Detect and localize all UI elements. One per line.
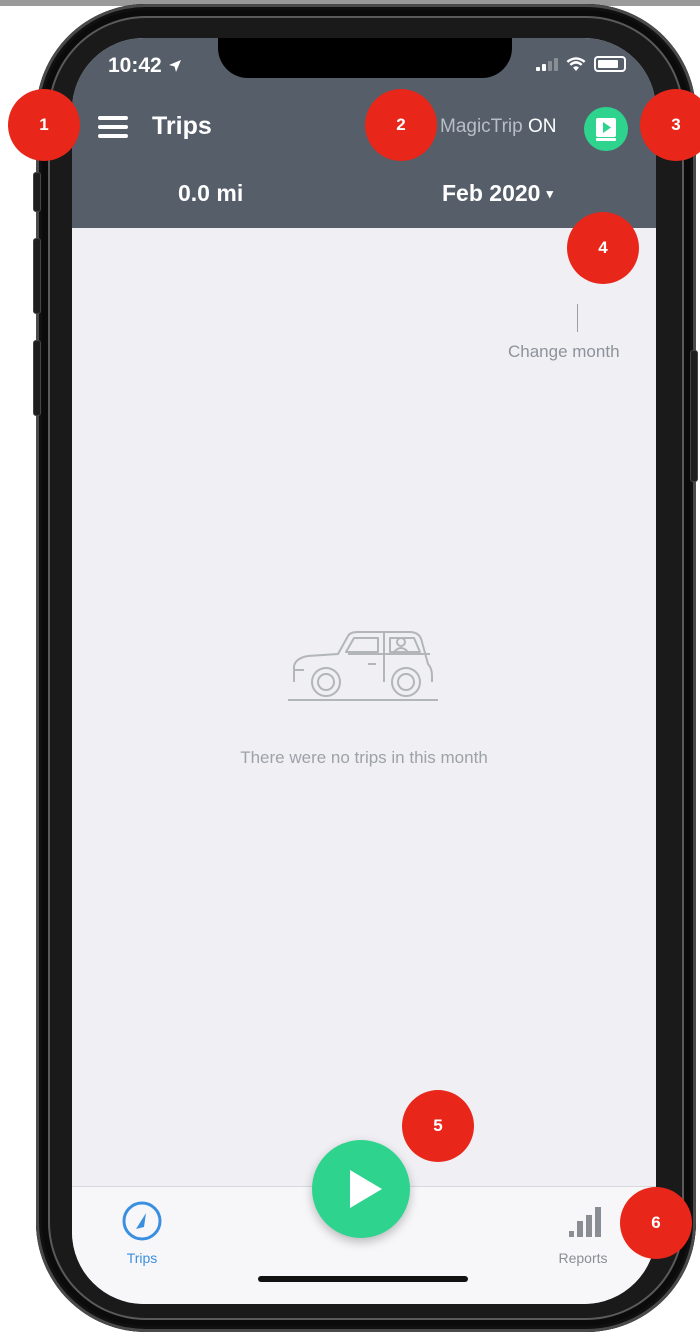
tab-reports[interactable]: Reports <box>550 1201 616 1266</box>
hint-pointer <box>577 304 578 332</box>
callout-2: 2 <box>365 89 437 161</box>
bar-chart-icon <box>569 1207 601 1237</box>
magictrip-label: MagicTrip <box>440 116 523 137</box>
status-icons <box>536 56 626 72</box>
month-selector[interactable]: Feb 2020 ▾ <box>442 180 553 207</box>
status-time: 10:42 <box>108 54 182 78</box>
volume-up-button <box>33 238 41 314</box>
callout-6: 6 <box>620 1187 692 1259</box>
callout-5: 5 <box>402 1090 474 1162</box>
car-icon <box>288 624 438 709</box>
callout-1: 1 <box>8 89 80 161</box>
tab-trips[interactable]: Trips <box>112 1201 172 1266</box>
month-label: Feb 2020 <box>442 180 541 206</box>
magictrip-state: ON <box>527 116 557 137</box>
empty-state-message: There were no trips in this month <box>240 748 488 767</box>
tab-reports-label: Reports <box>558 1250 608 1266</box>
menu-icon <box>98 116 128 120</box>
wifi-icon <box>566 56 586 71</box>
video-tutorial-button[interactable] <box>584 107 628 151</box>
app-screen: 10:42 Trips MagicTrip ON 0.0 mi Feb 2020… <box>72 38 656 1304</box>
callout-4: 4 <box>567 212 639 284</box>
home-indicator <box>258 1276 468 1282</box>
app-header: 10:42 Trips MagicTrip ON 0.0 mi Feb 2020… <box>72 38 656 228</box>
magictrip-toggle[interactable]: MagicTrip ON <box>440 116 556 138</box>
play-video-icon <box>596 118 616 141</box>
location-arrow-icon <box>168 60 181 72</box>
speedometer-icon <box>122 1201 162 1241</box>
menu-button[interactable] <box>98 116 128 138</box>
page-title: Trips <box>152 112 212 140</box>
total-distance: 0.0 mi <box>178 180 244 206</box>
notch <box>218 38 512 78</box>
mute-switch <box>33 172 41 212</box>
power-button <box>690 350 698 482</box>
chevron-down-icon: ▾ <box>546 186 553 201</box>
battery-icon <box>594 56 626 72</box>
volume-down-button <box>33 340 41 416</box>
signal-icon <box>536 57 558 71</box>
start-trip-button[interactable] <box>312 1140 410 1238</box>
tab-trips-label: Trips <box>126 1250 158 1266</box>
play-icon <box>350 1170 382 1208</box>
change-month-hint: Change month <box>508 342 620 361</box>
